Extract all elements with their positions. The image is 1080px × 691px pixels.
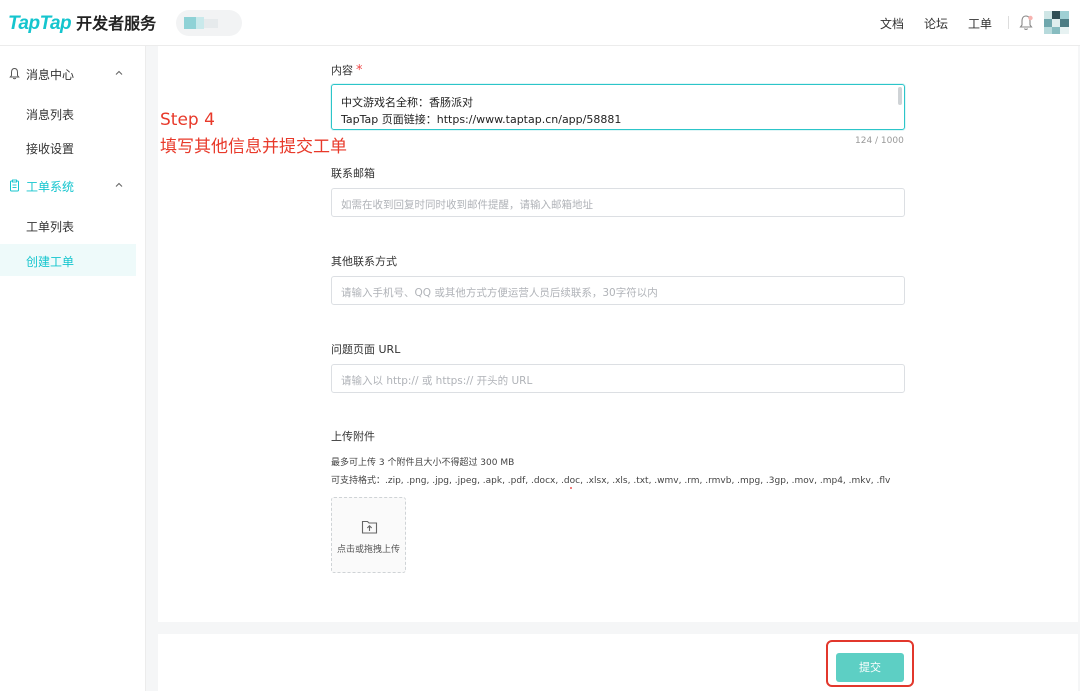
sidebar-group-messages[interactable]: 消息中心 (0, 56, 146, 92)
content-textarea[interactable]: 中文游戏名全称：香肠派对 TapTap 页面链接：https://www.tap… (331, 84, 905, 130)
content-line-1: 中文游戏名全称：香肠派对 (341, 96, 473, 109)
taptap-logo[interactable]: TapTap 开发者服务 (8, 10, 156, 36)
sidebar-item-label: 接收设置 (26, 142, 75, 156)
textarea-scrollbar[interactable] (898, 87, 902, 105)
user-avatar[interactable] (1044, 11, 1069, 34)
other-contact-placeholder: 请输入手机号、QQ 或其他方式方便运营人员后续联系，30字符以内 (341, 287, 658, 299)
upload-label: 点击或拖拽上传 (336, 545, 400, 555)
notification-bell-icon[interactable] (1018, 14, 1034, 32)
chevron-up-icon (115, 182, 123, 187)
cursor-dot (570, 487, 572, 489)
tutorial-step-text: 填写其他信息并提交工单 (160, 137, 347, 157)
sidebar-item-message-list[interactable]: 消息列表 (0, 97, 136, 129)
upload-dropzone[interactable]: 点击或拖拽上传 (331, 497, 406, 573)
tutorial-step-label: Step 4 (160, 110, 215, 130)
sidebar-item-create-ticket[interactable]: 创建工单 (0, 244, 136, 276)
logo-brand: TapTap (8, 13, 72, 34)
nav-tickets-link[interactable]: 工单 (968, 15, 992, 32)
content-label: 内容 * (331, 62, 363, 78)
content-line-2: TapTap 页面链接：https://www.taptap.cn/app/58… (341, 113, 622, 126)
sidebar: 消息中心 消息列表 接收设置 工单系统 工单列表 创建工单 (0, 46, 146, 691)
submit-button[interactable]: 提交 (836, 653, 904, 682)
attachments-limit-hint: 最多可上传 3 个附件且大小不得超过 300 MB (331, 458, 515, 468)
page-url-placeholder: 请输入以 http:// 或 https:// 开头的 URL (341, 375, 533, 387)
email-field[interactable]: 如需在收到回复时同时收到邮件提醒，请输入邮箱地址 (331, 188, 905, 217)
top-header: TapTap 开发者服务 文档 论坛 工单 (0, 0, 1080, 46)
bell-icon (9, 67, 20, 80)
clipboard-icon (10, 179, 19, 192)
attachments-label: 上传附件 (331, 430, 375, 443)
sidebar-item-label: 工单列表 (26, 220, 75, 234)
sidebar-item-label: 消息列表 (26, 108, 75, 122)
sidebar-item-label: 创建工单 (26, 255, 75, 269)
sidebar-group-label: 工单系统 (26, 180, 75, 194)
chevron-up-icon (115, 70, 123, 75)
attachments-formats-hint: 可支持格式：.zip, .png, .jpg, .jpeg, .apk, .pd… (331, 476, 891, 486)
app-switcher[interactable] (176, 10, 242, 36)
other-contact-label: 其他联系方式 (331, 255, 397, 268)
folder-upload-icon (361, 520, 378, 534)
other-contact-field[interactable]: 请输入手机号、QQ 或其他方式方便运营人员后续联系，30字符以内 (331, 276, 905, 305)
nav-docs-link[interactable]: 文档 (880, 15, 904, 32)
char-counter: 124 / 1000 (855, 136, 904, 146)
sidebar-item-ticket-list[interactable]: 工单列表 (0, 209, 136, 241)
nav-divider (1008, 16, 1009, 29)
page-url-label: 问题页面 URL (331, 343, 401, 356)
sidebar-item-receive-settings[interactable]: 接收设置 (0, 131, 136, 163)
email-label: 联系邮箱 (331, 167, 375, 180)
form-footer (158, 634, 1078, 691)
sidebar-group-tickets[interactable]: 工单系统 (0, 168, 146, 204)
email-placeholder: 如需在收到回复时同时收到邮件提醒，请输入邮箱地址 (341, 199, 593, 211)
content-label-text: 内容 (331, 64, 353, 77)
logo-suffix: 开发者服务 (76, 14, 157, 33)
nav-forum-link[interactable]: 论坛 (924, 15, 948, 32)
sidebar-group-label: 消息中心 (26, 68, 75, 82)
required-mark: * (356, 63, 363, 78)
page-url-field[interactable]: 请输入以 http:// 或 https:// 开头的 URL (331, 364, 905, 393)
